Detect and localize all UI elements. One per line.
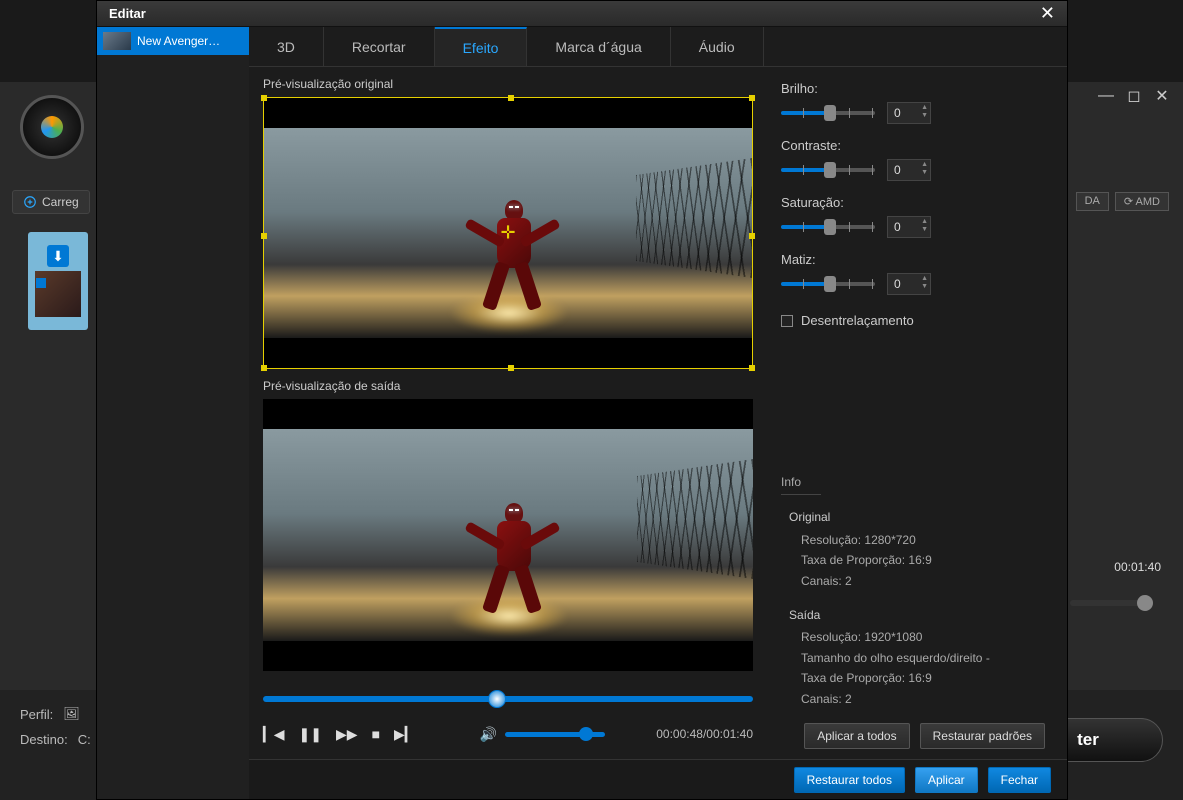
tab-effect[interactable]: Efeito bbox=[435, 27, 528, 66]
background-titlebar: — ◻ ✕ bbox=[1097, 82, 1183, 110]
apply-button[interactable]: Aplicar bbox=[915, 767, 978, 793]
badge-amd: ⟳ AMD bbox=[1115, 192, 1169, 211]
clip-label: New Avenger… bbox=[137, 34, 220, 48]
modal-title: Editar bbox=[109, 6, 146, 21]
info-output-title: Saída bbox=[789, 605, 1049, 625]
deinterlace-checkbox[interactable] bbox=[781, 315, 793, 327]
crop-center-icon[interactable]: ✛ bbox=[500, 223, 515, 244]
saturation-value[interactable]: 0▲▼ bbox=[887, 216, 931, 238]
clip-sidebar: New Avenger… bbox=[97, 27, 249, 799]
load-button-label: Carreg bbox=[42, 195, 79, 209]
saturation-label: Saturação: bbox=[781, 195, 1049, 210]
info-original-aspect: 16:9 bbox=[908, 553, 931, 567]
brightness-label: Brilho: bbox=[781, 81, 1049, 96]
editor-tabs: 3D Recortar Efeito Marca d´água Áudio bbox=[249, 27, 1067, 67]
video-frame-output bbox=[263, 429, 753, 641]
tab-crop[interactable]: Recortar bbox=[324, 27, 435, 66]
brightness-value[interactable]: 0▲▼ bbox=[887, 102, 931, 124]
contrast-label: Contraste: bbox=[781, 138, 1049, 153]
info-output-aspect: 16:9 bbox=[908, 671, 931, 685]
modal-footer: Restaurar todos Aplicar Fechar bbox=[249, 759, 1067, 799]
clip-thumbnail bbox=[103, 32, 131, 50]
info-panel: Info Original Resolução: 1280*720 Taxa d… bbox=[781, 472, 1049, 709]
bg-close-button[interactable]: ✕ bbox=[1153, 86, 1171, 106]
spinner-icon[interactable]: ▲▼ bbox=[921, 161, 928, 177]
stop-button[interactable]: ■ bbox=[372, 726, 380, 742]
app-logo bbox=[20, 95, 84, 159]
add-icon bbox=[23, 195, 37, 209]
restore-all-button[interactable]: Restaurar todos bbox=[794, 767, 905, 793]
spinner-icon[interactable]: ▲▼ bbox=[921, 275, 928, 291]
thumbnail-checkbox[interactable] bbox=[36, 278, 46, 288]
bg-minimize-button[interactable]: — bbox=[1097, 87, 1115, 105]
tab-3d[interactable]: 3D bbox=[249, 27, 324, 66]
info-original-title: Original bbox=[789, 507, 1049, 527]
modal-titlebar: Editar ✕ bbox=[97, 1, 1067, 27]
preview-column: Pré-visualização original ✛ Pré-visualiz… bbox=[249, 67, 767, 759]
pause-button[interactable]: ❚❚ bbox=[299, 726, 322, 743]
timeline-thumb[interactable] bbox=[488, 690, 506, 708]
saturation-slider[interactable] bbox=[781, 225, 875, 229]
info-output-eye: - bbox=[986, 651, 990, 665]
output-preview bbox=[263, 399, 753, 671]
contrast-slider[interactable] bbox=[781, 168, 875, 172]
effects-panel: Brilho: 0▲▼ Contraste: 0▲▼ bbox=[767, 67, 1067, 759]
volume-icon[interactable]: 🔊 bbox=[480, 726, 497, 743]
hue-value[interactable]: 0▲▼ bbox=[887, 273, 931, 295]
apply-all-button[interactable]: Aplicar a todos bbox=[804, 723, 909, 749]
close-button[interactable]: Fechar bbox=[988, 767, 1051, 793]
time-display: 00:00:48/00:01:40 bbox=[656, 727, 753, 741]
bg-maximize-button[interactable]: ◻ bbox=[1125, 86, 1143, 106]
editor-modal: Editar ✕ New Avenger… 3D Recortar Efeito… bbox=[96, 0, 1068, 800]
destination-label: Destino: bbox=[20, 732, 68, 747]
hue-slider[interactable] bbox=[781, 282, 875, 286]
tab-watermark[interactable]: Marca d´água bbox=[527, 27, 670, 66]
output-preview-label: Pré-visualização de saída bbox=[263, 379, 753, 393]
profile-label: Perfil: bbox=[20, 707, 53, 722]
next-frame-button[interactable]: ▶▎ bbox=[394, 726, 416, 743]
tab-audio[interactable]: Áudio bbox=[671, 27, 764, 66]
background-toolbar: Carreg bbox=[12, 190, 90, 214]
bg-duration: 00:01:40 bbox=[1114, 560, 1161, 574]
contrast-value[interactable]: 0▲▼ bbox=[887, 159, 931, 181]
spinner-icon[interactable]: ▲▼ bbox=[921, 104, 928, 120]
info-output-channels: 2 bbox=[845, 692, 852, 706]
sidebar-item-clip[interactable]: New Avenger… bbox=[97, 27, 249, 55]
info-original-resolution: 1280*720 bbox=[864, 533, 915, 547]
brightness-slider[interactable] bbox=[781, 111, 875, 115]
deinterlace-label: Desentrelaçamento bbox=[801, 313, 914, 328]
load-button[interactable]: Carreg bbox=[12, 190, 90, 214]
modal-close-button[interactable]: ✕ bbox=[1040, 3, 1055, 24]
hardware-badges: DA ⟳ AMD bbox=[1076, 192, 1169, 211]
badge-da: DA bbox=[1076, 192, 1109, 211]
info-output-resolution: 1920*1080 bbox=[864, 630, 922, 644]
original-preview[interactable]: ✛ bbox=[263, 97, 753, 369]
prev-frame-button[interactable]: ▎◀ bbox=[263, 726, 285, 743]
playback-controls: ▎◀ ❚❚ ▶▶ ■ ▶▎ 🔊 00:00:48/00:01:40 bbox=[263, 717, 753, 751]
info-header: Info bbox=[781, 472, 821, 495]
volume-slider[interactable] bbox=[505, 732, 605, 737]
info-original-channels: 2 bbox=[845, 574, 852, 588]
playback-timeline[interactable] bbox=[263, 687, 753, 711]
restore-defaults-button[interactable]: Restaurar padrões bbox=[920, 723, 1045, 749]
original-preview-label: Pré-visualização original bbox=[263, 77, 753, 91]
spinner-icon[interactable]: ▲▼ bbox=[921, 218, 928, 234]
bg-slider[interactable] bbox=[1070, 600, 1153, 606]
download-icon: ⬇ bbox=[47, 245, 69, 267]
profile-icon: 🖼 bbox=[63, 706, 80, 722]
destination-value: C: bbox=[78, 732, 91, 747]
hue-label: Matiz: bbox=[781, 252, 1049, 267]
fast-forward-button[interactable]: ▶▶ bbox=[336, 726, 358, 743]
